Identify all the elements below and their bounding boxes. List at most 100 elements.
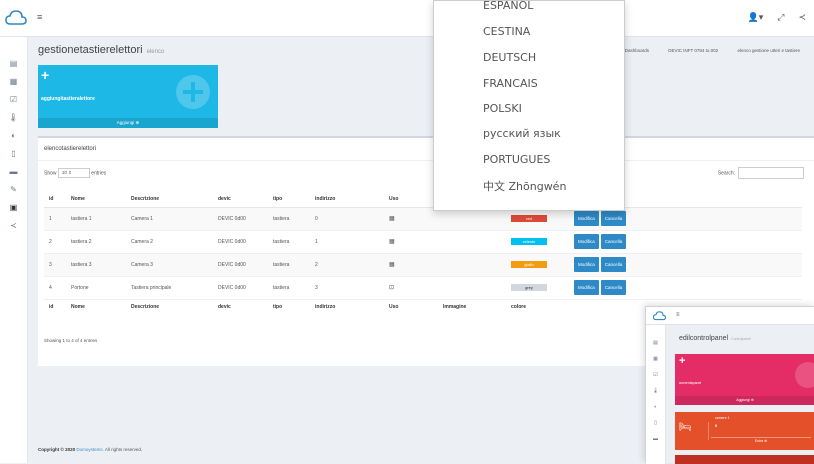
sidebar-door-icon[interactable]: ▯ (0, 145, 27, 163)
cell-tipo: tastiera (268, 207, 310, 231)
page-title: gestionetastierelettori elenco (38, 44, 164, 56)
color-label: celeste (511, 238, 547, 245)
sidebar-tasks-icon[interactable]: ▤ (0, 55, 27, 73)
cell-id: 4 (44, 276, 66, 300)
cell-id: 2 (44, 230, 66, 254)
cloud-logo-icon[interactable] (5, 8, 27, 28)
cell-devic: DEVIC 0d00 (213, 230, 268, 254)
language-option[interactable]: ESPANOL (483, 0, 533, 12)
col-footer-devic: devic (213, 298, 268, 315)
col-header-devic[interactable]: devic (213, 191, 268, 208)
cell-nome: tastiera 3 (66, 253, 126, 277)
delete-button[interactable]: Cancella (600, 211, 627, 226)
table-row: 3 tastiera 3 Camera 3 DEVIC 0d00 tastier… (44, 253, 802, 277)
data-table: id Nome Descrizione devic tipo indirizzo… (44, 191, 802, 315)
box-title: elencotastierelettori (44, 146, 97, 152)
sidebar-lightbulb-icon[interactable]: ◐ (0, 127, 27, 145)
cell-id: 1 (44, 207, 66, 231)
cell-colore: celeste (506, 230, 569, 254)
tile-label: aggiungitastieralettore (41, 96, 95, 102)
modify-button[interactable]: Modifica (574, 211, 599, 226)
cell-colore: grey (506, 276, 569, 300)
cell-immagine (438, 276, 506, 300)
col-footer-immagine: Immagine (438, 298, 506, 315)
cell-descrizione: Tastiera principale (126, 276, 213, 300)
modify-button[interactable]: Modifica (574, 280, 599, 295)
delete-button[interactable]: Cancella (600, 280, 627, 295)
language-option[interactable]: DEUTSCH (483, 51, 536, 64)
col-footer-indirizzo: indirizzo (310, 298, 384, 315)
sidebar-check-icon[interactable]: ☑ (0, 91, 27, 109)
col-header-uso[interactable]: Uso (384, 191, 438, 208)
cell-tipo: tastiera (268, 253, 310, 277)
cloud-logo-icon (652, 311, 667, 321)
menu-toggle-icon[interactable]: ≡ (37, 12, 42, 22)
modify-button[interactable]: Modifica (574, 234, 599, 249)
cell-indirizzo: 3 (310, 276, 384, 300)
cell-indirizzo: 2 (310, 253, 384, 277)
inset-tile-label: aumentapanel (679, 381, 702, 385)
col-footer-id: id (44, 298, 66, 315)
language-option[interactable]: PORTUGUES (483, 153, 550, 166)
top-right-icons: 👤▾ ⤢ ≺ (748, 12, 806, 23)
expand-icon[interactable]: ⤢ (777, 12, 784, 23)
language-option[interactable]: русский язык (483, 127, 561, 140)
col-header-tipo[interactable]: tipo (268, 191, 310, 208)
cell-tipo: tastiera (268, 276, 310, 300)
sidebar-tools-icon[interactable]: ✎ (0, 181, 27, 199)
page-title-text: gestionetastierelettori (38, 44, 143, 56)
language-option[interactable]: CESTINA (483, 25, 530, 38)
col-header-nome[interactable]: Nome (66, 191, 126, 208)
plus-icon: + (41, 67, 50, 83)
plus-circle-icon (795, 362, 814, 388)
share-icon[interactable]: ≺ (798, 12, 806, 23)
delete-button[interactable]: Cancella (600, 234, 627, 249)
delete-button[interactable]: Cancella (600, 257, 627, 272)
cell-devic: DEVIC 0d00 (213, 207, 268, 231)
breadcrumb-item[interactable]: Dashboards (625, 48, 649, 53)
rights-text: All rights reserved. (104, 447, 143, 452)
language-dropdown: ESPANOL CESTINA DEUTSCH FRANCAIS POLSKI … (433, 0, 625, 211)
inset-tile-footer: Aggiungi ⊕ (675, 396, 814, 405)
sidebar-calendar-icon[interactable]: ▦ (0, 73, 27, 91)
sidebar-tasks-icon: ▤ (653, 340, 658, 346)
language-option[interactable]: FRANCAIS (483, 77, 538, 90)
cell-descrizione: Camera 2 (126, 230, 213, 254)
table-header-row: id Nome Descrizione devic tipo indirizzo… (44, 191, 802, 208)
bed-icon: 🛏 (679, 422, 709, 440)
col-footer-tipo: tipo (268, 298, 310, 315)
entries-length: Show 10 ⇕ entries (44, 168, 106, 178)
entries-select[interactable]: 10 ⇕ (57, 168, 90, 178)
search-input[interactable] (738, 167, 804, 179)
brand-link[interactable]: Domoystems. (76, 447, 104, 452)
inset-room-footer: Entra ⊕ (711, 437, 811, 444)
col-header-indirizzo[interactable]: indirizzo (310, 191, 384, 208)
breadcrumb-item[interactable]: DEVIC INFT 0784 to.002 (668, 48, 718, 53)
col-footer-uso: Uso (384, 298, 438, 315)
user-menu-icon[interactable]: 👤▾ (748, 12, 764, 23)
cell-azione: Modifica Cancella (569, 230, 802, 254)
cell-azione: Modifica Cancella (569, 253, 802, 277)
cell-colore: giallo (506, 253, 569, 277)
cell-descrizione: Camera 3 (126, 253, 213, 277)
sidebar-video-icon[interactable]: ▬ (0, 163, 27, 181)
cell-devic: DEVIC 0d00 (213, 276, 268, 300)
language-option[interactable]: 中文 Zhōngwén (483, 178, 566, 194)
sidebar-thermometer-icon: 🌡 (652, 388, 659, 394)
cell-azione: Modifica Cancella (569, 276, 802, 300)
cell-devic: DEVIC 0d00 (213, 253, 268, 277)
top-navbar: ≡ 👤▾ ⤢ ≺ (0, 0, 814, 37)
color-label: red (511, 215, 547, 222)
tile-footer-link[interactable]: Aggiungi ⊕ (38, 118, 218, 128)
sidebar-thermometer-icon[interactable]: 🌡 (0, 109, 27, 127)
sidebar-share-icon[interactable]: ≺ (0, 217, 27, 235)
sidebar-keyboard-icon[interactable]: ▣ (0, 199, 27, 217)
cell-nome: tastiera 2 (66, 230, 126, 254)
modify-button[interactable]: Modifica (574, 257, 599, 272)
inset-page-title: edilcontrolpanel Controlpanel (679, 335, 751, 342)
language-option[interactable]: POLSKI (483, 102, 522, 115)
col-header-id[interactable]: id (44, 191, 66, 208)
col-header-descrizione[interactable]: Descrizione (126, 191, 213, 208)
inset-navbar: ≡ (646, 307, 814, 325)
add-keyboard-tile[interactable]: + aggiungitastieralettore Aggiungi ⊕ (38, 65, 218, 128)
